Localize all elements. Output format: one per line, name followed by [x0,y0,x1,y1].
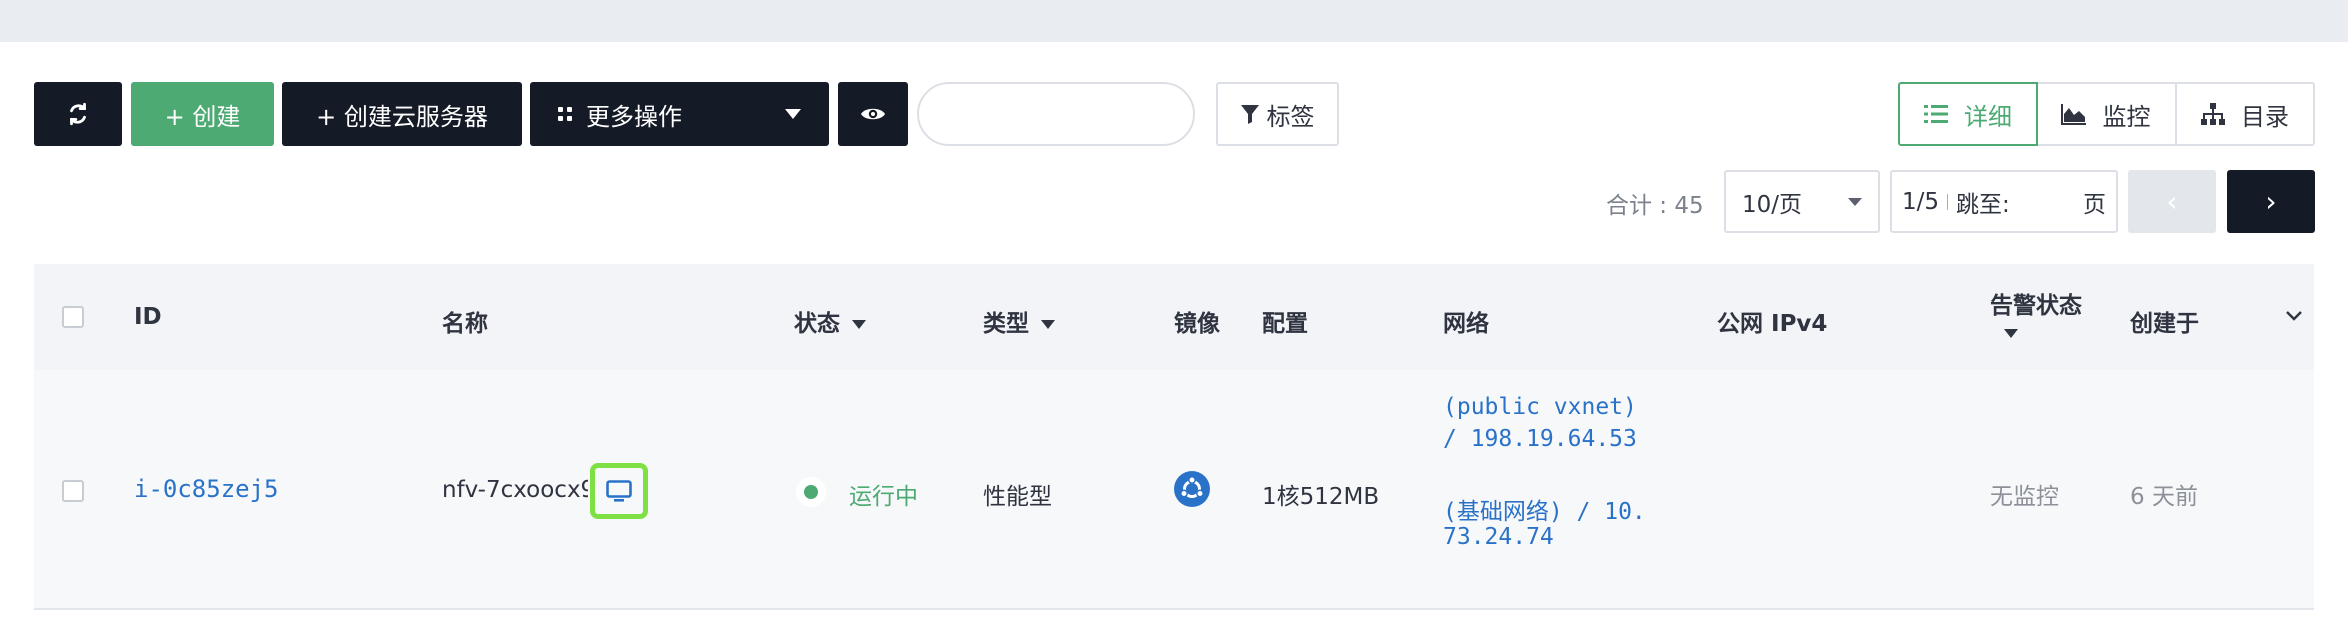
column-header-id[interactable]: ID [134,304,162,330]
per-page-select[interactable]: 10/页 [1724,170,1880,233]
column-header-alarm-status[interactable]: 告警状态 [1990,286,2082,320]
refresh-button[interactable] [34,82,122,146]
network-base-ip[interactable]: 73.24.74 [1443,524,1554,550]
per-page-value: 10/页 [1742,191,1803,218]
view-directory-label: 目录 [2241,102,2289,131]
visibility-toggle-button[interactable] [838,82,908,146]
top-bar [0,0,2348,42]
filter-icon [1240,105,1259,124]
caret-down-icon[interactable] [2004,329,2018,338]
chevron-right-icon: › [2265,185,2277,218]
column-settings-chevron-icon[interactable] [2286,311,2302,321]
total-count: 合计 : 45 [1606,193,1704,219]
more-ops-label: 更多操作 [586,102,682,131]
instance-id-link[interactable]: i-0c85zej5 [134,475,279,503]
apps-icon [558,107,572,121]
instance-config: 1核512MB [1262,484,1380,510]
monitor-icon [606,480,632,502]
current-page-indicator: 1/5 [1902,188,1940,215]
status-header-label: 状态 [794,311,840,337]
column-header-name[interactable]: 名称 [442,304,488,338]
column-header-public-ip[interactable]: 公网 IPv4 [1717,304,1827,338]
caret-down-icon [852,320,866,329]
create-server-button[interactable]: + 创建云服务器 [282,82,522,146]
divider [1947,193,1949,210]
view-directory-tab[interactable]: 目录 [2175,82,2315,146]
view-monitor-label: 监控 [2102,102,2151,131]
sitemap-icon [2201,103,2225,125]
ubuntu-icon [1174,471,1210,507]
instance-name: nfv-7cxoocx9 [442,477,588,503]
column-header-created[interactable]: 创建于 [2130,304,2199,338]
row-checkbox[interactable] [62,480,84,502]
column-header-type[interactable]: 类型 [983,304,1055,338]
chevron-down-icon [785,109,801,119]
alarm-status-value: 无监控 [1990,484,2059,510]
search-input[interactable] [917,82,1195,146]
status-running-indicator [796,477,826,507]
prev-page-button[interactable]: ‹ [2128,170,2216,233]
chevron-down-icon [1848,197,1862,206]
caret-down-icon [1041,320,1055,329]
column-header-network[interactable]: 网络 [1443,304,1489,338]
chevron-left-icon: ‹ [2166,185,2178,218]
tags-filter-label: 标签 [1266,102,1315,131]
vnc-console-button[interactable] [590,463,648,519]
network-vxnet-ip[interactable]: / 198.19.64.53 [1443,426,1637,452]
select-all-checkbox[interactable] [62,306,84,328]
view-detail-tab[interactable]: 详细 [1898,82,2038,146]
create-server-button-label: + 创建云服务器 [316,102,488,131]
view-detail-label: 详细 [1964,102,2012,131]
tags-filter-button[interactable]: 标签 [1216,82,1339,146]
more-ops-dropdown[interactable]: 更多操作 [530,82,829,146]
refresh-icon [70,102,86,126]
created-time: 6 天前 [2130,484,2198,510]
eye-icon [861,108,885,120]
area-chart-icon [2060,104,2086,125]
status-text: 运行中 [849,484,918,510]
instance-type: 性能型 [983,484,1052,510]
page-jump-field[interactable]: 1/5 跳至: 页 [1890,170,2118,233]
network-base-link[interactable]: (基础网络) / 10. [1443,492,1646,526]
view-monitor-tab[interactable]: 监控 [2036,82,2177,146]
column-header-status[interactable]: 状态 [794,304,866,338]
list-icon [1924,105,1948,123]
create-button-label: + 创建 [164,102,241,131]
page-unit-label: 页 [2083,191,2106,218]
next-page-button[interactable]: › [2227,170,2315,233]
create-button[interactable]: + 创建 [131,82,274,146]
column-header-config[interactable]: 配置 [1262,304,1308,338]
network-vxnet-link[interactable]: (public vxnet) [1443,394,1637,420]
column-header-image[interactable]: 镜像 [1174,304,1220,338]
jump-label: 跳至: [1956,191,2010,218]
type-header-label: 类型 [983,311,1029,337]
